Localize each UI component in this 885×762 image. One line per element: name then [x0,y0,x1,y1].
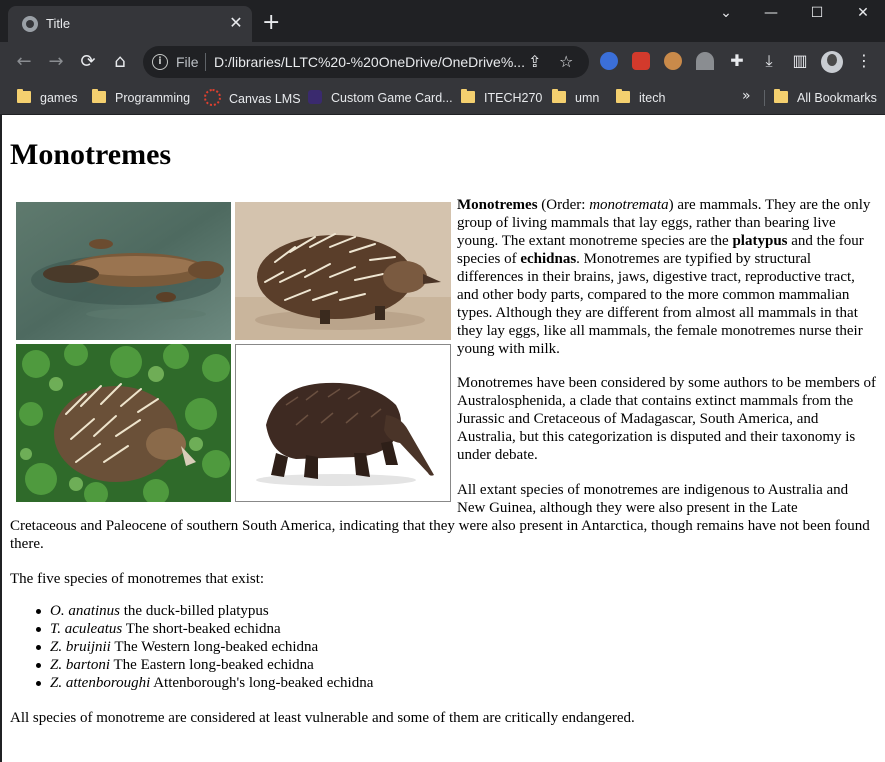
forward-button[interactable]: → [44,50,68,74]
extension-arc-icon[interactable] [696,52,714,70]
long-beaked-echidna-illustration [236,345,450,501]
minimize-button[interactable]: — [748,2,794,26]
common-name: The short-beaked echidna [122,621,281,637]
long-beaked-echidna-image [235,344,451,502]
bookmark-label: umn [575,91,600,105]
list-item: Z. bruijnii The Western long-beaked echi… [10,638,373,656]
echidna-illustration [235,202,451,340]
list-item: Z. bartoni The Eastern long-beaked echid… [10,656,373,674]
echidnas-term: echidnas [520,251,577,267]
echidna-grass-image [16,344,231,502]
common-name: the duck-billed platypus [120,603,269,619]
bookmark-games[interactable]: games [17,89,78,107]
distribution-paragraph-start: All extant species of monotremes are ind… [457,482,849,516]
platypus-illustration [16,202,231,340]
folder-icon [17,89,31,103]
folder-icon [92,89,106,103]
download-icon[interactable]: ⤓ [759,51,779,71]
new-tab-button[interactable]: + [262,12,280,34]
folder-icon [774,89,788,103]
extension-face-icon[interactable] [664,52,682,70]
common-name: The Western long-beaked echidna [110,639,319,655]
info-icon[interactable]: i [152,54,168,70]
side-panel-icon[interactable]: ▥ [790,51,810,71]
extensions-puzzle-icon[interactable]: ✚ [727,51,747,71]
all-bookmarks-button[interactable]: All Bookmarks [774,89,877,107]
bookmark-umn[interactable]: umn [552,89,599,107]
tab-title: Title [46,16,71,31]
tab-close-icon[interactable]: ✕ [226,13,246,33]
bookmark-label: games [40,91,78,105]
species-list: O. anatinus the duck-billed platypus T. … [10,602,373,692]
omnibox-divider [205,53,206,71]
bookmarks-bar: games Programming Canvas LMS Custom Game… [0,82,885,115]
bookmark-canvas-lms[interactable]: Canvas LMS [204,89,301,107]
bookmark-label: Custom Game Card... [331,91,453,105]
bookmark-label: itech [639,91,666,105]
common-name: Attenborough's long-beaked echidna [150,675,374,691]
taxonomy-paragraph: Monotremes have been considered by some … [457,375,877,463]
scientific-name: Z. bruijnii [50,639,111,655]
extension-blue-icon[interactable] [600,52,618,70]
scientific-name: T. aculeatus [50,621,123,637]
browser-tab[interactable]: Title ✕ [8,6,252,42]
bookmark-star-icon[interactable]: ☆ [559,52,573,72]
platypus-term: platypus [732,233,788,249]
monotremes-term: Monotremes [457,197,538,213]
distribution-paragraph-continued: Cretaceous and Paleocene of southern Sou… [10,518,870,552]
extension-red-icon[interactable] [632,52,650,70]
bookmark-programming[interactable]: Programming [92,89,190,107]
tab-strip: Title ✕ + ⌄ — ☐ ✕ [0,0,885,42]
scientific-name: Z. bartoni [50,657,111,673]
menu-kebab-icon[interactable]: ⋮ [854,51,874,71]
bookmark-label: ITECH270 [484,91,543,105]
echidna-image [235,202,451,340]
scientific-name: O. anatinus [50,603,121,619]
all-bookmarks-label: All Bookmarks [797,91,877,105]
home-button[interactable]: ⌂ [108,50,132,74]
bookmark-itech270[interactable]: ITECH270 [461,89,542,107]
intro-paragraph: Monotremes (Order: monotremata) are mamm… [457,196,880,358]
bookmarks-overflow-icon[interactable]: » [742,88,751,104]
list-item: O. anatinus the duck-billed platypus [10,602,373,620]
folder-icon [461,89,475,103]
folder-icon [616,89,630,103]
species-intro: The five species of monotremes that exis… [10,571,265,587]
page-heading: Monotremes [10,138,172,171]
reload-button[interactable]: ⟳ [76,50,100,74]
url-text[interactable]: D:/libraries/LLTC%20-%20OneDrive/OneDriv… [214,54,525,70]
profile-avatar[interactable] [821,51,843,73]
maximize-button[interactable]: ☐ [794,2,840,26]
hex-icon [308,90,322,104]
intro-text: (Order: [537,197,590,213]
address-bar[interactable]: i File D:/libraries/LLTC%20-%20OneDrive/… [143,46,589,78]
platypus-image [16,202,231,340]
page-content: Monotremes Monotremes (Order: monotremat… [2,115,885,762]
list-item: T. aculeatus The short-beaked echidna [10,620,373,638]
bookmark-label: Canvas LMS [229,92,301,106]
bookmarks-divider [764,90,765,106]
common-name: The Eastern long-beaked echidna [110,657,314,673]
list-item: Z. attenboroughi Attenborough's long-bea… [10,674,373,692]
bookmark-label: Programming [115,91,191,105]
url-scheme-label: File [176,54,199,70]
globe-icon [22,16,38,32]
share-icon[interactable]: ⇪ [528,52,541,72]
echidna-grass-illustration [16,344,231,502]
tab-search-chevron-icon[interactable]: ⌄ [703,2,749,26]
scientific-name: Z. attenboroughi [50,675,151,691]
bookmark-custom-game-card[interactable]: Custom Game Card... [308,89,453,107]
folder-icon [552,89,566,103]
browser-toolbar: ← → ⟳ ⌂ i File D:/libraries/LLTC%20-%20O… [0,42,885,82]
bookmark-itech[interactable]: itech [616,89,665,107]
canvas-icon [204,89,221,106]
back-button[interactable]: ← [12,50,36,74]
conservation-paragraph: All species of monotreme are considered … [10,710,635,726]
close-window-button[interactable]: ✕ [840,2,885,26]
order-name: monotremata [589,197,669,213]
